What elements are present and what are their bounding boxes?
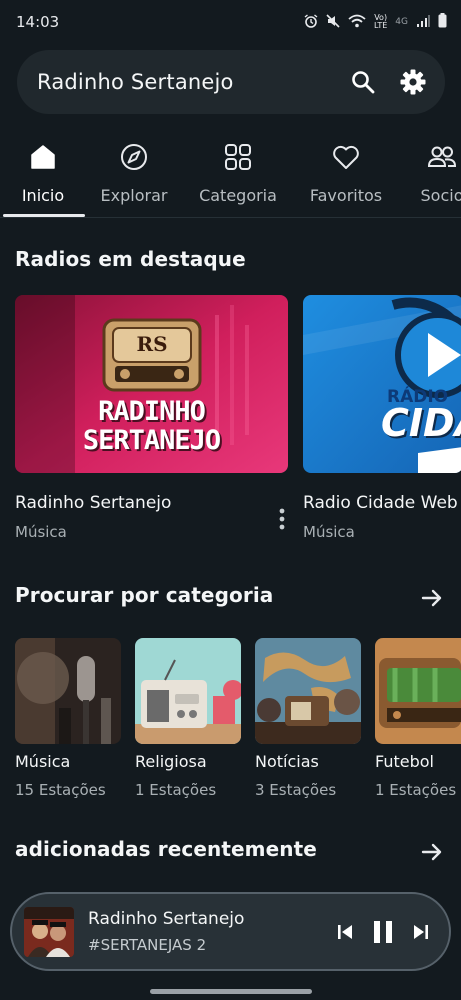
pause-button[interactable] [367,916,399,948]
category-count: 1 Estações [375,781,457,799]
home-indicator [150,989,312,994]
tab-categoria[interactable]: Categoria [188,138,288,218]
category-card-noticias[interactable] [255,638,361,744]
arrow-right-icon [421,589,442,607]
skip-next-icon [414,924,428,939]
network-label: 4G [395,17,408,27]
featured-name: Radinho Sertanejo [15,493,172,513]
grid-icon [223,142,253,172]
tab-label: Favoritos [309,186,383,205]
category-name: Música [15,752,71,771]
category-count: 3 Estações [255,781,337,799]
player-thumbnail [24,906,74,957]
status-icons: Vo) LTE 4G [304,13,447,31]
heart-icon [331,142,361,172]
featured-card-cidade[interactable]: RÁDIO CIDADE [303,295,461,473]
status-time: 14:03 [16,13,60,31]
alarm-icon [304,13,318,31]
categories-section-title: Procurar por categoria [15,583,274,607]
tab-socio[interactable]: Socio [392,138,461,218]
radinho-logo-line2: SERTANEJO [82,425,221,456]
recent-section-title: adicionadas recentemente [15,837,317,861]
tab-favoritos[interactable]: Favoritos [296,138,396,218]
news-map-image [255,638,361,744]
wifi-icon [348,14,366,31]
tab-bar: Inicio Explorar Categoria Favoritos Soci… [0,138,461,218]
more-options-icon[interactable] [276,507,288,533]
category-count: 1 Estações [135,781,217,799]
player-subtitle: #SERTANEJAS 2 [88,936,207,954]
tab-label: Inicio [21,186,65,205]
cidade-logo-line2: CIDADE [381,401,461,445]
tab-label: Explorar [100,186,168,205]
search-icon [352,71,375,94]
football-radio-image [375,638,461,744]
tabs-divider [0,217,461,218]
tab-explorar[interactable]: Explorar [84,138,184,218]
tab-label: Categoria [199,186,277,205]
mini-player[interactable]: Radinho Sertanejo #SERTANEJAS 2 [10,892,451,971]
next-button[interactable] [405,916,437,948]
home-icon [28,142,58,172]
category-count: 15 Estações [15,781,106,799]
previous-button[interactable] [329,916,361,948]
featured-section-title: Radios em destaque [15,247,246,271]
gear-icon [400,69,426,95]
settings-button[interactable] [395,64,431,100]
old-radio-image [135,638,241,744]
radinho-badge: RS [136,332,168,356]
player-title: Radinho Sertanejo [88,909,245,929]
category-card-futebol[interactable] [375,638,461,744]
skip-previous-icon [338,924,352,939]
compass-icon [119,142,149,172]
recent-arrow-button[interactable] [419,839,445,865]
categories-arrow-button[interactable] [419,585,445,611]
volte-icon: Vo) LTE [374,13,388,30]
category-name: Notícias [255,752,319,771]
featured-genre: Música [303,523,355,541]
search-bar[interactable]: Radinho Sertanejo [17,50,445,114]
arrow-right-icon [421,843,442,861]
search-title: Radinho Sertanejo [37,70,234,94]
search-button[interactable] [345,64,381,100]
category-card-religiosa[interactable] [135,638,241,744]
radio-cidade-artwork [303,295,461,473]
mute-icon [326,13,340,31]
category-name: Futebol [375,752,434,771]
tab-label: Socio [420,186,461,205]
signal-icon [416,14,430,31]
users-icon [427,142,457,172]
tab-inicio[interactable]: Inicio [0,138,93,218]
featured-genre: Música [15,523,67,541]
album-art-image [24,906,74,957]
featured-name: Radio Cidade Web [303,493,458,513]
radinho-logo-line1: RADINHO [98,396,206,427]
pause-icon [374,920,392,943]
microphone-image [15,638,121,744]
category-name: Religiosa [135,752,207,771]
player-text: Radinho Sertanejo #SERTANEJAS 2 [88,909,323,954]
category-card-musica[interactable] [15,638,121,744]
featured-card-radinho[interactable]: RS RADINHO SERTANEJO [15,295,288,473]
battery-icon [438,13,447,31]
status-bar: 14:03 Vo) LTE 4G [0,0,461,44]
